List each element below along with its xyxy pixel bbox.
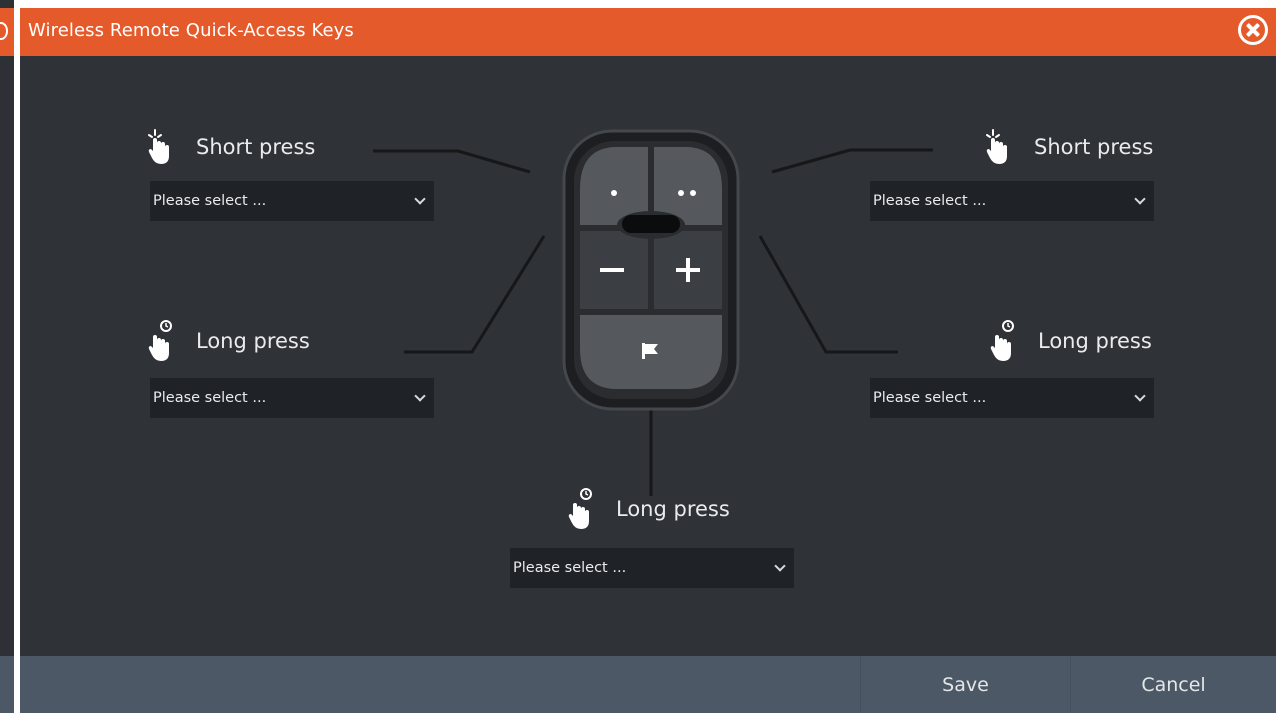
left-short-press-label: Short press (196, 135, 316, 159)
right-short-press-value: Please select ... (873, 193, 987, 209)
connector-right-long (758, 235, 898, 354)
chevron-down-icon (414, 390, 426, 402)
tap-hand-icon (986, 129, 1007, 164)
chevron-down-icon (1134, 390, 1146, 402)
single-dot-icon (611, 190, 617, 196)
background-footer-edge (0, 656, 14, 713)
connector-right-short (771, 148, 933, 174)
right-short-press-label: Short press (1034, 135, 1154, 159)
center-indicator (622, 215, 680, 233)
long-press-hand-icon (148, 320, 172, 361)
long-press-hand-icon (990, 320, 1014, 361)
right-long-press-label: Long press (1038, 329, 1152, 353)
connector-left-short (373, 149, 531, 174)
chevron-down-icon (414, 193, 426, 205)
left-long-press-value: Please select ... (153, 390, 267, 406)
left-long-press-label: Long press (196, 329, 310, 353)
left-short-press-value: Please select ... (153, 193, 267, 209)
minus-icon (600, 268, 624, 272)
right-long-press-select[interactable]: Please select ... (870, 378, 1154, 418)
right-long-press-value: Please select ... (873, 390, 987, 406)
cancel-button[interactable]: Cancel (1071, 656, 1276, 713)
flag-icon (642, 343, 645, 359)
connector-left-long (404, 235, 546, 354)
chevron-down-icon (774, 560, 786, 572)
left-short-press-label-group: Short press (148, 126, 315, 168)
bottom-long-press-value: Please select ... (513, 560, 627, 576)
save-button[interactable]: Save (861, 656, 1070, 713)
right-short-press-select[interactable]: Please select ... (870, 181, 1154, 221)
bottom-long-press-label-group: Long press (568, 487, 730, 531)
right-short-press-label-group: Short press (986, 126, 1153, 168)
dialog-footer: Save Cancel (20, 656, 1276, 713)
tap-hand-icon (148, 129, 169, 164)
dialog-title: Wireless Remote Quick-Access Keys (28, 20, 354, 41)
left-long-press-select[interactable]: Please select ... (150, 378, 434, 418)
left-long-press-label-group: Long press (148, 319, 310, 363)
chevron-down-icon (1134, 193, 1146, 205)
wireless-remote-illustration (562, 129, 740, 411)
left-short-press-select[interactable]: Please select ... (150, 181, 434, 221)
bottom-long-press-label: Long press (616, 497, 730, 521)
background-window-edge (0, 0, 14, 713)
close-icon[interactable] (1238, 15, 1268, 45)
quick-access-keys-dialog: Wireless Remote Quick-Access Keys Short … (20, 8, 1276, 713)
bottom-long-press-select[interactable]: Please select ... (510, 548, 794, 588)
dialog-titlebar: Wireless Remote Quick-Access Keys (20, 8, 1276, 56)
right-long-press-label-group: Long press (990, 319, 1152, 363)
long-press-hand-icon (568, 488, 592, 529)
double-dot-icon (678, 190, 684, 196)
